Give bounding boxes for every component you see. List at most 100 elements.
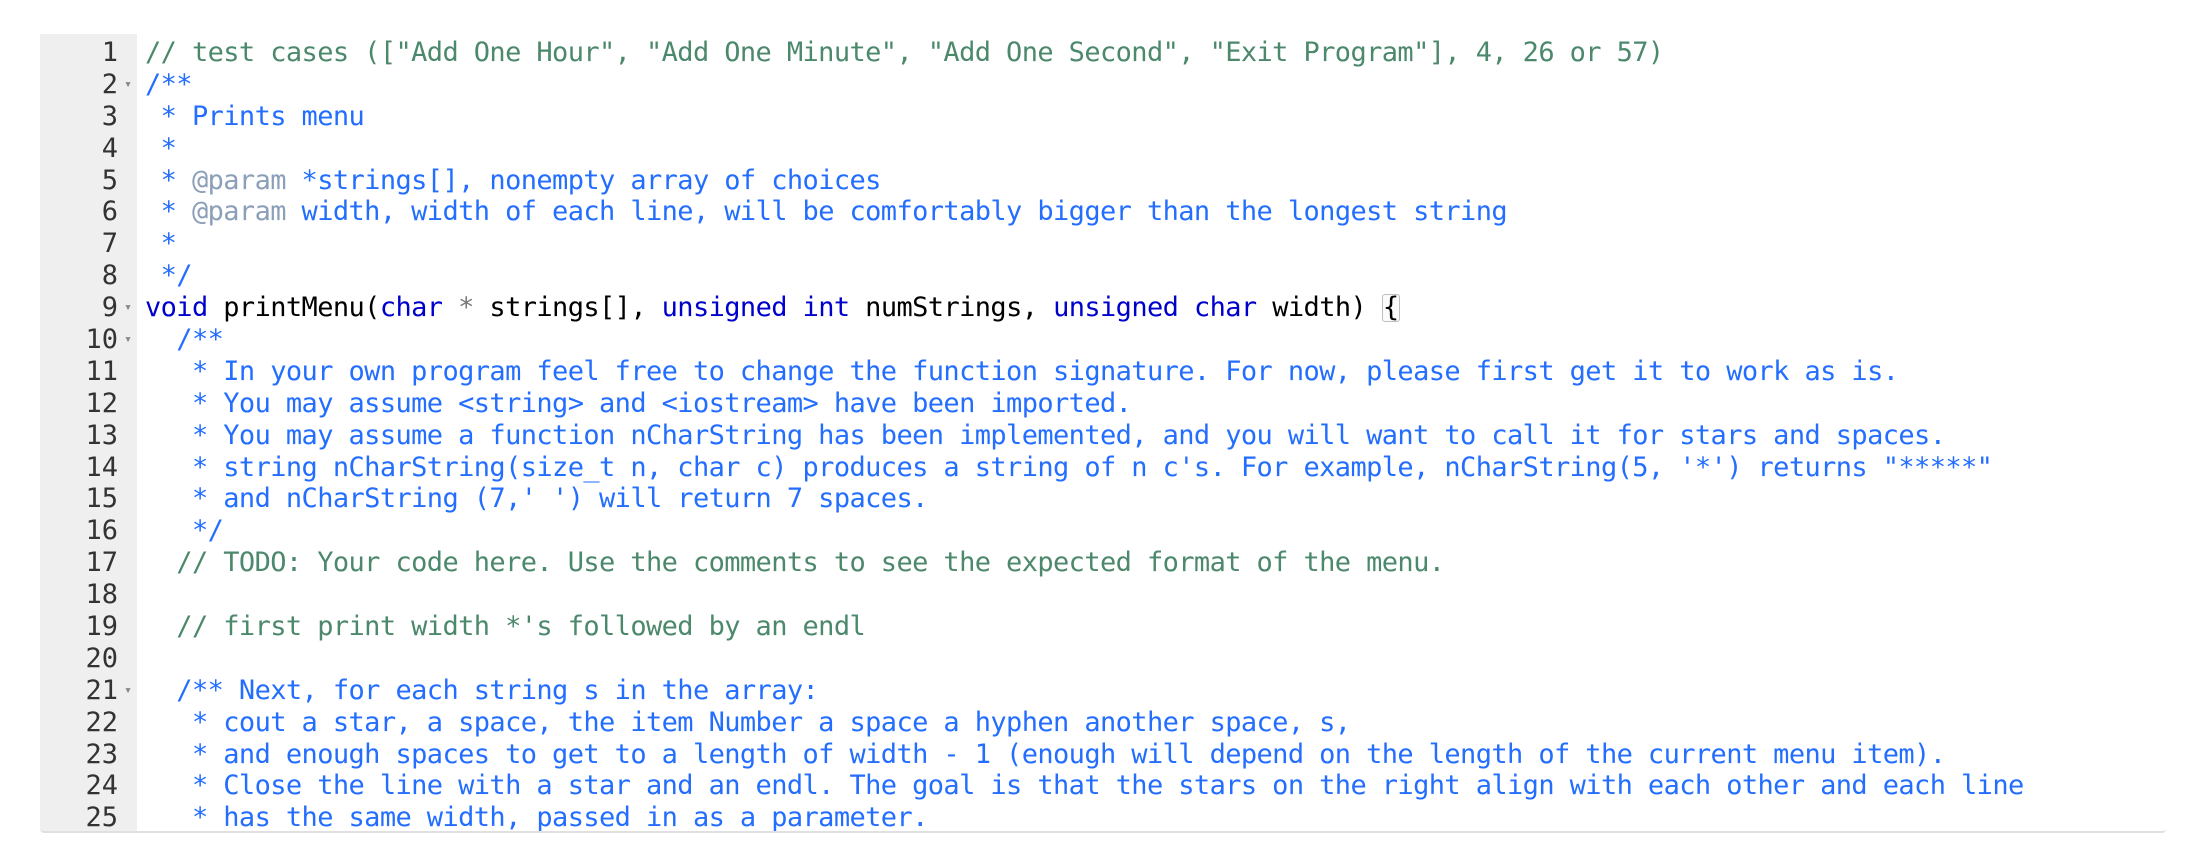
code-lines[interactable]: 1 // test cases (["Add One Hour", "Add On… xyxy=(40,37,2166,833)
code-text: */ xyxy=(145,260,193,292)
code-token: * Close the line with a star and an endl… xyxy=(145,770,2024,802)
code-token: * In your own program feel free to chang… xyxy=(145,355,1899,387)
code-line[interactable]: 7 * xyxy=(40,228,2166,260)
code-text: * @param *strings[], nonempty array of c… xyxy=(145,164,882,197)
code-text: * Prints menu xyxy=(145,100,365,133)
line-number: 20 xyxy=(85,642,118,674)
line-number: 17 xyxy=(85,547,118,579)
code-token: @param xyxy=(191,196,287,228)
line-number: 21 xyxy=(85,674,118,706)
fold-toggle-icon[interactable]: ▾ xyxy=(122,69,134,101)
code-token: /** Next, for each string s in the array… xyxy=(145,674,819,706)
code-text: * and enough spaces to get to a length o… xyxy=(145,738,1946,771)
code-text: * You may assume a function nCharString … xyxy=(145,419,1946,452)
line-number: 15 xyxy=(85,483,118,515)
code-line[interactable]: 5 * @param *strings[], nonempty array of… xyxy=(40,165,2166,197)
code-token: *strings[], nonempty array of choices xyxy=(285,164,882,196)
code-line[interactable]: 4 * xyxy=(40,133,2166,165)
line-number: 9 xyxy=(101,292,118,324)
code-token: void xyxy=(145,292,208,324)
code-line[interactable]: 9 ▾ void printMenu(char * strings[], unsig… xyxy=(40,292,2166,324)
code-text: * In your own program feel free to chang… xyxy=(145,355,1899,388)
fold-toggle-icon[interactable]: ▾ xyxy=(122,675,134,707)
code-token: printMenu( xyxy=(207,292,380,324)
code-text: * @param width, width of each line, will… xyxy=(145,196,1508,228)
code-line[interactable]: 15 * and nCharString (7,' ') will return… xyxy=(40,483,2166,515)
code-line[interactable]: 1 // test cases (["Add One Hour", "Add On… xyxy=(40,37,2166,69)
code-token: */ xyxy=(145,515,224,547)
code-editor[interactable]: 1 // test cases (["Add One Hour", "Add On… xyxy=(40,34,2166,833)
code-token: // test cases (["Add One Hour", "Add One… xyxy=(145,37,1664,68)
line-number: 16 xyxy=(85,515,118,547)
code-token: char xyxy=(379,292,443,324)
code-token: * and enough spaces to get to a length o… xyxy=(145,738,1946,770)
code-token: unsigned xyxy=(661,292,788,324)
code-line[interactable]: 25 * has the same width, passed in as a … xyxy=(40,802,2166,833)
code-token: char xyxy=(1193,292,1257,324)
code-text: * string nCharString(size_t n, char c) p… xyxy=(145,451,1993,484)
code-text: * has the same width, passed in as a par… xyxy=(145,802,928,833)
line-number: 23 xyxy=(85,738,118,770)
code-text: * Close the line with a star and an endl… xyxy=(145,770,2024,802)
code-token: /** xyxy=(145,324,224,356)
code-token: width, width of each line, will be comfo… xyxy=(285,196,1508,228)
code-text: * and nCharString (7,' ') will return 7 … xyxy=(145,483,928,515)
code-line[interactable]: 13 * You may assume a function nCharStri… xyxy=(40,420,2166,452)
code-line[interactable]: 17 // TODO: Your code here. Use the comm… xyxy=(40,547,2166,579)
code-line[interactable]: 11 * In your own program feel free to ch… xyxy=(40,356,2166,388)
code-text: * You may assume <string> and <iostream>… xyxy=(145,387,1132,420)
code-token: * Prints menu xyxy=(145,100,365,132)
code-line[interactable]: 18 xyxy=(40,579,2166,611)
code-token: @param xyxy=(191,164,287,196)
code-token: * xyxy=(145,132,177,164)
line-number: 22 xyxy=(85,706,118,738)
code-text: void printMenu(char * strings[], unsigne… xyxy=(145,292,1400,324)
code-line[interactable]: 6 * @param width, width of each line, wi… xyxy=(40,196,2166,228)
code-token: * has the same width, passed in as a par… xyxy=(145,802,928,833)
code-token: * xyxy=(145,196,192,228)
code-token: // first print width *'s followed by an … xyxy=(145,611,866,643)
fold-toggle-icon[interactable]: ▾ xyxy=(122,324,134,356)
line-number: 19 xyxy=(85,611,118,643)
code-line[interactable]: 21 ▾ /** Next, for each string s in the a… xyxy=(40,675,2166,707)
code-line[interactable]: 19 // first print width *'s followed by … xyxy=(40,611,2166,643)
line-number: 25 xyxy=(85,802,118,833)
line-number: 10 xyxy=(85,324,118,356)
line-number: 13 xyxy=(85,419,118,451)
code-text: */ xyxy=(145,515,224,547)
code-text: * xyxy=(145,228,177,260)
code-line[interactable]: 2 ▾ /** xyxy=(40,69,2166,101)
code-line[interactable]: 12 * You may assume <string> and <iostre… xyxy=(40,388,2166,420)
code-line[interactable]: 24 * Close the line with a star and an e… xyxy=(40,770,2166,802)
code-line[interactable]: 22 * cout a star, a space, the item Numb… xyxy=(40,707,2166,739)
code-token: unsigned xyxy=(1053,292,1179,324)
line-number: 7 xyxy=(101,228,118,260)
line-number: 11 xyxy=(85,355,118,387)
code-token: * You may assume <string> and <iostream>… xyxy=(145,387,1132,419)
line-number: 4 xyxy=(101,132,118,164)
code-line[interactable]: 8 */ xyxy=(40,260,2166,292)
code-line[interactable]: 20 xyxy=(40,643,2166,675)
code-line[interactable]: 14 * string nCharString(size_t n, char c… xyxy=(40,452,2166,484)
code-text: * xyxy=(145,132,177,165)
code-line[interactable]: 3 * Prints menu xyxy=(40,101,2166,133)
code-line[interactable]: 10 ▾ /** xyxy=(40,324,2166,356)
matched-brace: { xyxy=(1381,292,1400,324)
code-text: // TODO: Your code here. Use the comment… xyxy=(145,547,1445,579)
code-token: * You may assume a function nCharString … xyxy=(145,419,1946,451)
line-number: 12 xyxy=(85,387,118,419)
code-text: * cout a star, a space, the item Number … xyxy=(145,707,1351,739)
code-line[interactable]: 23 * and enough spaces to get to a lengt… xyxy=(40,739,2166,771)
code-token: * xyxy=(145,164,192,196)
code-line[interactable]: 16 */ xyxy=(40,515,2166,547)
code-token: * xyxy=(458,292,474,324)
code-token: * string nCharString(size_t n, char c) p… xyxy=(145,451,1993,483)
line-number: 14 xyxy=(85,451,118,483)
code-token: width) xyxy=(1256,292,1382,324)
code-token: int xyxy=(802,292,851,324)
code-token: */ xyxy=(145,260,193,292)
line-number: 24 xyxy=(85,770,118,802)
fold-toggle-icon[interactable]: ▾ xyxy=(122,292,134,324)
